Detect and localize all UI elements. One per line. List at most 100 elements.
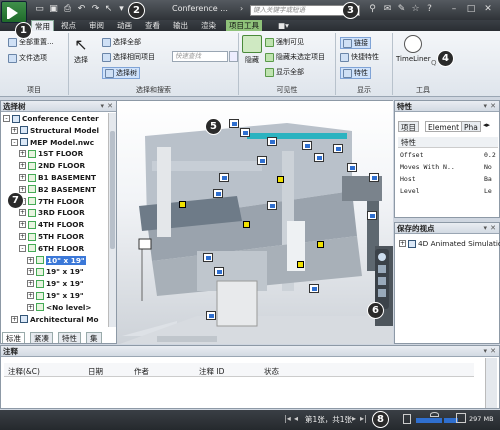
- panel-options-icon[interactable]: ▾: [100, 101, 104, 112]
- maximize-icon[interactable]: □: [465, 3, 477, 15]
- tools-icon[interactable]: ✎: [396, 4, 407, 15]
- tree-item[interactable]: +10" x 19": [27, 255, 86, 265]
- pointer-icon[interactable]: ↖: [103, 4, 114, 15]
- close-icon[interactable]: ✕: [482, 3, 494, 15]
- hide-button[interactable]: 隐藏: [242, 35, 262, 65]
- tab-scroll-icon[interactable]: ◂▸: [483, 121, 490, 129]
- last-page-icon[interactable]: ▸|: [360, 414, 367, 423]
- collapse-icon[interactable]: -: [19, 244, 26, 252]
- tree-item[interactable]: +2ND FLOOR: [19, 161, 85, 170]
- clash-marker[interactable]: [317, 241, 324, 248]
- select-all-button[interactable]: 选择全部: [102, 37, 141, 47]
- panel-options-icon[interactable]: ▾: [483, 346, 487, 357]
- next-page-icon[interactable]: ▸: [352, 414, 356, 423]
- first-page-icon[interactable]: |◂: [284, 414, 291, 423]
- component-tag[interactable]: [206, 311, 216, 320]
- component-tag[interactable]: [257, 156, 267, 165]
- comments-scrollbar[interactable]: [485, 358, 497, 408]
- panel-close-icon[interactable]: ✕: [490, 346, 496, 357]
- timeliner-button[interactable]: TimeLiner: [396, 35, 431, 63]
- tab-compact[interactable]: 紧凑: [30, 332, 53, 343]
- zoom-icon[interactable]: [378, 277, 386, 285]
- column-comment[interactable]: 注释(&C): [8, 366, 40, 377]
- tree-item[interactable]: +19" x 19": [27, 267, 84, 276]
- communication-icon[interactable]: ✉: [382, 4, 393, 15]
- component-tag[interactable]: [229, 119, 239, 128]
- tree-item[interactable]: - MEP Model.nwc: [11, 138, 94, 147]
- component-tag[interactable]: [240, 128, 250, 137]
- tree-item[interactable]: +1ST FLOOR: [19, 149, 83, 158]
- component-tag[interactable]: [213, 189, 223, 198]
- column-status[interactable]: 状态: [264, 366, 279, 377]
- expand-icon[interactable]: +: [27, 303, 34, 311]
- expand-icon[interactable]: +: [27, 268, 34, 276]
- navigation-bar[interactable]: [375, 249, 389, 309]
- tree-scrollbar[interactable]: [108, 113, 116, 327]
- component-tag[interactable]: [314, 153, 324, 162]
- properties-toggle[interactable]: 特性: [340, 67, 371, 79]
- tab-properties[interactable]: 特性: [58, 332, 81, 343]
- panel-close-icon[interactable]: ✕: [107, 101, 113, 112]
- column-comment-id[interactable]: 注释 ID: [199, 366, 224, 377]
- expand-icon[interactable]: +: [19, 174, 26, 181]
- hide-unselected-button[interactable]: 隐藏未选定项目: [265, 52, 325, 62]
- expand-icon[interactable]: +: [19, 233, 26, 240]
- steering-wheel-icon[interactable]: [378, 253, 386, 261]
- expand-icon[interactable]: +: [27, 256, 34, 264]
- panel-options-icon[interactable]: ▾: [483, 223, 487, 234]
- expand-icon[interactable]: +: [19, 221, 26, 229]
- clash-marker[interactable]: [277, 176, 284, 183]
- component-tag[interactable]: [347, 163, 357, 172]
- tab-render[interactable]: 渲染: [198, 20, 219, 31]
- expand-icon[interactable]: +: [19, 185, 26, 193]
- selection-tree-button[interactable]: 选择树: [102, 67, 140, 79]
- tree-item[interactable]: + Structural Model: [11, 126, 99, 135]
- tree-item[interactable]: +5TH FLOOR: [19, 232, 84, 241]
- expand-icon[interactable]: +: [11, 126, 18, 134]
- component-tag[interactable]: [369, 173, 379, 182]
- require-button[interactable]: 强制可见: [265, 37, 304, 47]
- tab-viewpoint[interactable]: 视点: [58, 20, 79, 31]
- tab-home[interactable]: 常用: [31, 20, 54, 31]
- tab-element[interactable]: Element: [425, 121, 463, 132]
- select-button[interactable]: ↖ 选择: [74, 35, 88, 65]
- file-options-button[interactable]: 文件选项: [8, 53, 47, 63]
- clash-marker[interactable]: [179, 201, 186, 208]
- reset-all-button[interactable]: 全部重置...: [8, 37, 54, 47]
- tree-item[interactable]: +4TH FLOOR: [19, 220, 84, 229]
- panel-close-icon[interactable]: ✕: [490, 101, 496, 112]
- select-same-button[interactable]: 选择相同项目: [102, 52, 155, 62]
- tree-item[interactable]: +19" x 19": [27, 291, 84, 300]
- tab-sets[interactable]: 集: [86, 332, 102, 343]
- component-tag[interactable]: [219, 173, 229, 182]
- viewpoint-item[interactable]: +4D Animated Simulation: [399, 239, 500, 248]
- quick-find-input[interactable]: 快速查找: [172, 51, 228, 62]
- redo-icon[interactable]: ↷: [90, 4, 101, 15]
- tree-item[interactable]: + <No level>: [27, 303, 92, 312]
- tab-options-dropdown[interactable]: ■▾: [275, 20, 297, 31]
- expand-icon[interactable]: +: [19, 150, 26, 158]
- previous-page-icon[interactable]: ◂: [294, 414, 298, 423]
- application-menu-button[interactable]: [1, 1, 27, 23]
- save-icon[interactable]: ▣: [48, 4, 59, 15]
- component-tag[interactable]: [367, 211, 377, 220]
- undo-icon[interactable]: ↶: [76, 4, 87, 15]
- quick-properties-toggle[interactable]: 快捷特性: [340, 52, 379, 62]
- clash-marker[interactable]: [297, 261, 304, 268]
- tab-project-tools[interactable]: 项目工具: [226, 20, 262, 31]
- expand-icon[interactable]: +: [11, 315, 18, 323]
- column-author[interactable]: 作者: [134, 366, 149, 377]
- tab-output[interactable]: 输出: [170, 20, 191, 31]
- expand-icon[interactable]: +: [19, 162, 26, 170]
- tab-review[interactable]: 审阅: [86, 20, 107, 31]
- tab-animation[interactable]: 动画: [114, 20, 135, 31]
- panel-options-icon[interactable]: ▾: [483, 101, 487, 112]
- tree-item[interactable]: +7TH FLOOR: [19, 197, 84, 206]
- panel-close-icon[interactable]: ✕: [490, 223, 496, 234]
- component-tag[interactable]: [333, 144, 343, 153]
- tree-item[interactable]: + Architectural Mo: [11, 315, 99, 324]
- component-tag[interactable]: [309, 284, 319, 293]
- collapse-icon[interactable]: -: [11, 138, 18, 146]
- tree-item[interactable]: + B1 BASEMENT: [19, 173, 96, 182]
- tab-view[interactable]: 查看: [142, 20, 163, 31]
